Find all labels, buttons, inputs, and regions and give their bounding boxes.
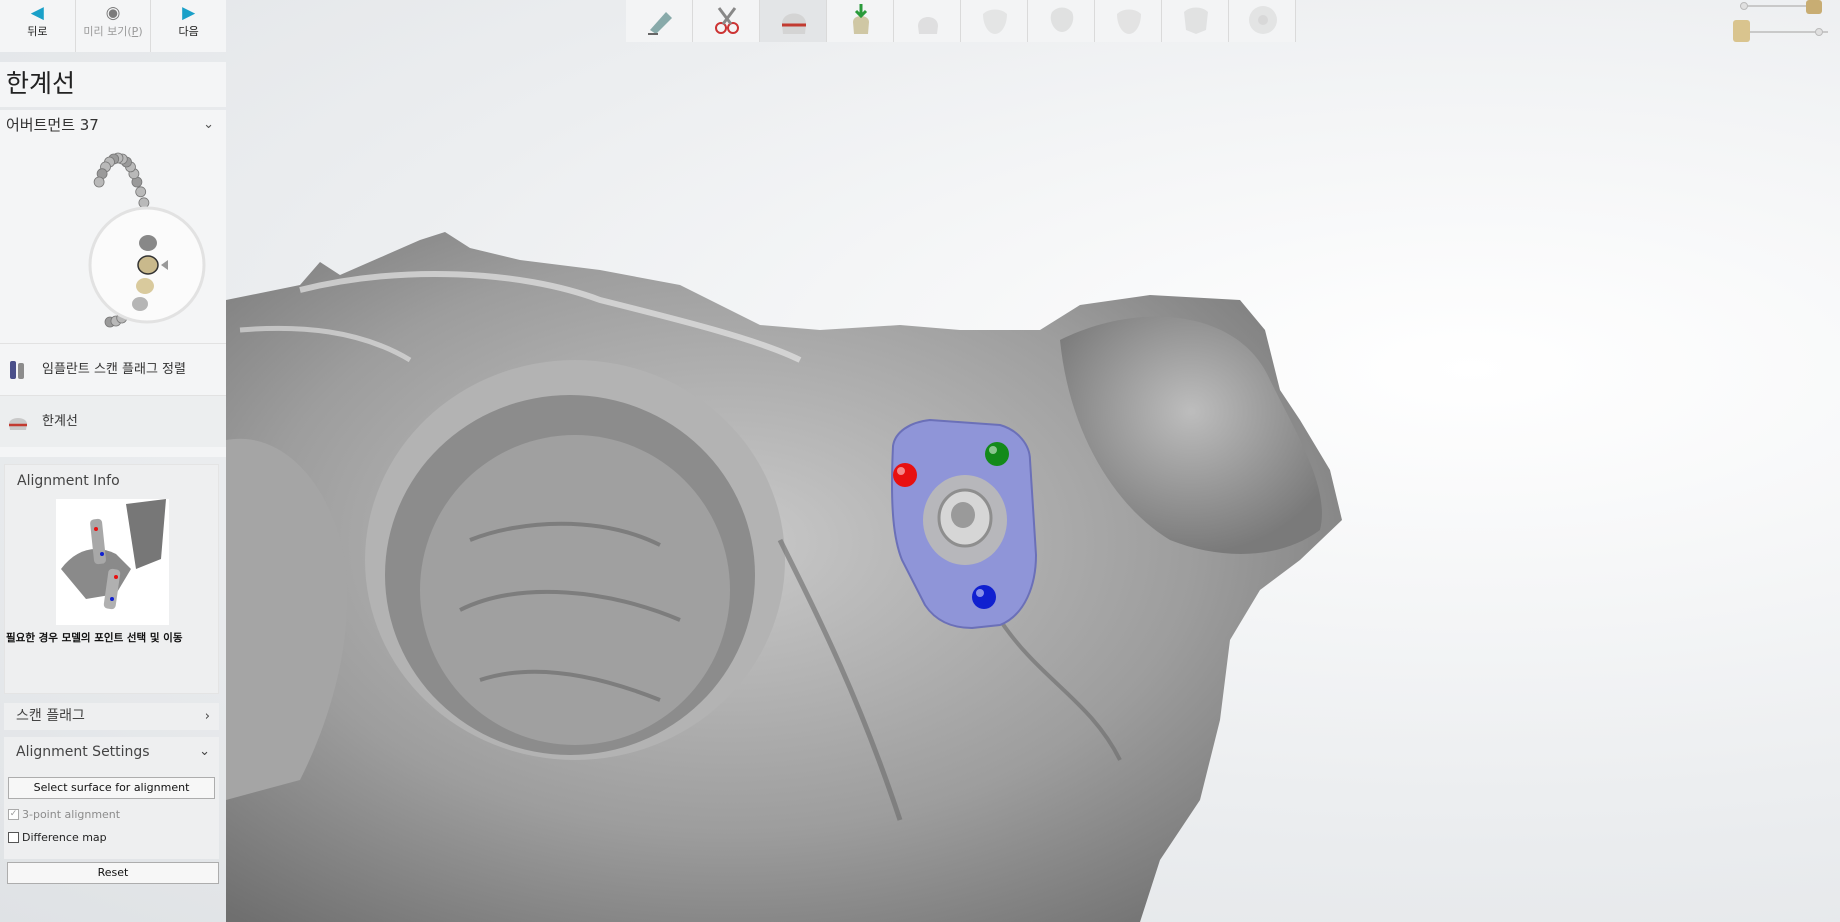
margin-line-icon: [9, 418, 27, 430]
toolbar-crown-design-button[interactable]: [1162, 0, 1229, 42]
back-label: 뒤로: [27, 25, 48, 38]
eye-icon: ◉: [105, 3, 121, 23]
three-point-alignment-checkbox[interactable]: ✓ 3-point alignment: [8, 808, 120, 821]
tooth-icon[interactable]: [138, 197, 150, 209]
workflow-step-scan-flag-alignment[interactable]: 임플란트 스캔 플래그 정렬: [0, 343, 226, 395]
slider-handle[interactable]: [1815, 28, 1823, 36]
alignment-info-image: [56, 499, 169, 625]
tooth-crown-icon: [983, 9, 1007, 34]
alignment-settings-title: Alignment Settings: [16, 744, 150, 760]
insertion-direction-icon: [853, 4, 869, 34]
preview-label: 미리 보기(P): [83, 25, 143, 38]
difference-map-checkbox[interactable]: Difference map: [8, 831, 107, 844]
toolbar-abutment-button[interactable]: [894, 0, 961, 42]
alignment-info-caption: 필요한 경우 모델의 포인트 선택 및 이동: [6, 632, 183, 644]
select-surface-button[interactable]: Select surface for alignment: [8, 777, 215, 799]
tooth-icon[interactable]: [93, 176, 105, 188]
crown-design-icon: [1184, 7, 1208, 34]
crown-shape-icon: [1117, 9, 1141, 34]
checkbox-box: [8, 832, 19, 843]
alignment-settings-header[interactable]: Alignment Settings ⌄: [4, 737, 219, 767]
toolbar-insertion-direction-button[interactable]: [827, 0, 894, 42]
reset-button[interactable]: Reset: [7, 862, 219, 884]
scan-tool-icon: [648, 12, 672, 35]
navigation-bar: ◀ 뒤로 ◉ 미리 보기(P) ▶ 다음: [0, 0, 226, 52]
left-panel: ◀ 뒤로 ◉ 미리 보기(P) ▶ 다음 한계선 어버트먼트 37 ⌄ 임플란트…: [0, 0, 226, 922]
abutment-model-icon: [1733, 20, 1750, 42]
anatomy-icon: [1050, 7, 1074, 32]
margin-line-icon: [782, 13, 806, 34]
slider-handle[interactable]: [1740, 2, 1748, 10]
toolbar-tooth-crown-button[interactable]: [961, 0, 1028, 42]
scan-flag-section-title: 스캔 플래그: [16, 708, 85, 724]
tooth-icon: [137, 255, 159, 275]
alignment-settings-body: Select surface for alignment ✓ 3-point a…: [4, 767, 219, 859]
toolbar-scan-tool-button[interactable]: [626, 0, 693, 42]
checkmark-icon: ✓: [8, 809, 19, 820]
abutment-selector[interactable]: 어버트먼트 37 ⌄: [0, 110, 226, 140]
toolbar-crown-shape-button[interactable]: [1095, 0, 1162, 42]
alignment-point[interactable]: [972, 585, 996, 609]
alignment-point-highlight: [976, 589, 984, 597]
toolbar-margin-line-button[interactable]: [760, 0, 827, 42]
alignment-point-highlight: [897, 467, 905, 475]
workflow-step-label: 한계선: [42, 414, 78, 429]
scan-flag-icon: [10, 361, 24, 379]
toolbar-disc-button[interactable]: [1229, 0, 1296, 42]
back-button[interactable]: ◀ 뒤로: [0, 0, 76, 52]
tooth-icon: [132, 297, 148, 311]
chevron-down-icon: ⌄: [203, 117, 214, 132]
toolbar-cut-scissors-button[interactable]: [693, 0, 760, 42]
arrow-right-icon: ▶: [182, 3, 196, 23]
toolbar-anatomy-button[interactable]: [1028, 0, 1095, 42]
alignment-point[interactable]: [985, 442, 1009, 466]
alignment-point[interactable]: [893, 463, 917, 487]
tooth-icon[interactable]: [135, 186, 147, 198]
3d-viewport[interactable]: [0, 0, 1840, 922]
tooth-icon: [136, 278, 154, 294]
abutment-icon: [918, 17, 938, 34]
workflow-step-margin-line[interactable]: 한계선: [0, 395, 226, 447]
three-point-alignment-label: 3-point alignment: [22, 808, 121, 821]
next-label: 다음: [178, 25, 199, 38]
preview-button[interactable]: ◉ 미리 보기(P): [76, 0, 152, 52]
chevron-right-icon: ›: [204, 709, 210, 724]
workflow-step-label: 임플란트 스캔 플래그 정렬: [42, 362, 186, 377]
next-button[interactable]: ▶ 다음: [151, 0, 226, 52]
step-pointer: [0, 447, 226, 457]
cut-scissors-icon: [715, 7, 739, 34]
difference-map-label: Difference map: [22, 831, 107, 844]
disc-icon: [1249, 6, 1277, 34]
workflow-toolbar: [626, 0, 1296, 42]
socket-inner: [420, 435, 730, 745]
alignment-point-highlight: [989, 446, 997, 454]
model-icon: [1806, 0, 1822, 14]
arrow-left-icon: ◀: [30, 3, 44, 23]
alignment-info-title: Alignment Info: [17, 473, 120, 489]
abutment-label: 어버트먼트 37: [6, 116, 99, 134]
alignment-info-box: Alignment Info 필요한 경우 모델의 포인트 선택 및 이동: [4, 464, 219, 694]
page-title: 한계선: [0, 62, 226, 107]
tooth-chart[interactable]: [0, 140, 226, 343]
scan-flag-section-header[interactable]: 스캔 플래그 ›: [4, 703, 219, 730]
chevron-down-icon: ⌄: [199, 744, 210, 759]
tooth-icon: [139, 235, 157, 251]
